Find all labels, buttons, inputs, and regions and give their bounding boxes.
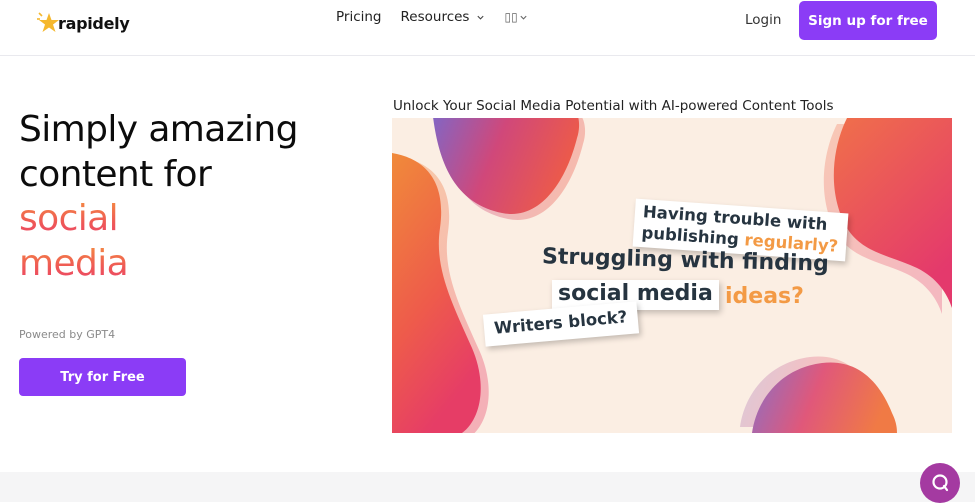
chat-widget-button[interactable] — [920, 463, 960, 503]
brand-logo[interactable]: rapidely — [36, 10, 130, 36]
headline-line-4: media — [19, 242, 298, 287]
blob-background — [392, 118, 952, 433]
language-label: ▯▯ — [504, 10, 518, 24]
headline-line-2: content for — [19, 153, 212, 195]
next-section-band — [0, 472, 975, 502]
language-selector[interactable]: ▯▯ — [504, 10, 527, 24]
card-trouble-line-2a: publishing — [640, 223, 740, 249]
chevron-down-icon — [477, 15, 485, 20]
nav-pricing[interactable]: Pricing — [336, 9, 382, 25]
chevron-down-icon — [520, 15, 527, 20]
site-header: rapidely Pricing Resources ▯▯ Login Sign… — [0, 0, 975, 56]
signup-button[interactable]: Sign up for free — [799, 1, 937, 40]
hero-visual: Having trouble with publishing regularly… — [392, 118, 952, 433]
hero-headline: Simply amazing content for social media — [19, 108, 298, 286]
headline-line-1: Simply amazing — [19, 109, 298, 150]
powered-by-text: Powered by GPT4 — [19, 328, 116, 341]
nav-resources[interactable]: Resources — [401, 9, 486, 25]
nav-resources-label: Resources — [400, 9, 470, 25]
chat-bubble-icon — [932, 474, 949, 492]
card-writers-block-text: Writers block? — [493, 307, 629, 338]
visual-caption: Unlock Your Social Media Potential with … — [393, 98, 834, 114]
brand-name: rapidely — [58, 13, 130, 33]
headline-line-3: social — [19, 197, 298, 242]
main-nav: Pricing Resources ▯▯ — [336, 9, 528, 25]
login-link[interactable]: Login — [745, 12, 781, 28]
big-text-ideas: ideas? — [725, 284, 804, 309]
try-for-free-button[interactable]: Try for Free — [19, 358, 186, 396]
